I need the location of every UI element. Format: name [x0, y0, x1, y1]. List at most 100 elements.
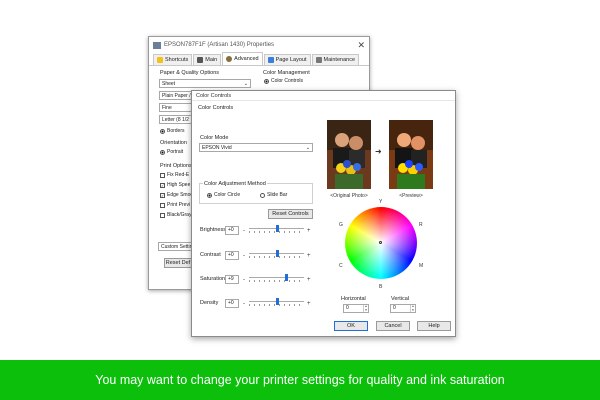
- preview-photo: [389, 120, 433, 189]
- properties-title: EPSON787F1F (Artisan 1430) Properties: [164, 42, 275, 48]
- density-value: +0: [228, 300, 234, 306]
- preview-caption: <Preview>: [399, 193, 423, 199]
- option-checkbox-4[interactable]: Print Previ: [160, 202, 190, 208]
- contrast-slider[interactable]: [249, 250, 304, 258]
- slider-thumb[interactable]: [275, 225, 279, 232]
- brightness-value: +0: [228, 227, 234, 233]
- wrench-icon: [315, 57, 322, 63]
- arrow-right-icon: ➜: [375, 147, 382, 156]
- preview-photo-image: [389, 120, 433, 189]
- radio-dot: [260, 192, 265, 198]
- properties-tabs: Shortcuts Main Advanced Page Layout Main…: [149, 52, 369, 66]
- printer-icon: [153, 41, 161, 49]
- paper-quality-label: Paper & Quality Options: [160, 70, 220, 76]
- cancel-button[interactable]: Cancel: [376, 321, 410, 331]
- original-photo-image: [327, 120, 371, 189]
- wheel-label-b: B: [379, 284, 383, 290]
- brightness-slider[interactable]: [249, 225, 304, 233]
- dialog-title: Color Controls: [192, 91, 455, 101]
- checkbox-box: ✓: [160, 182, 165, 188]
- wheel-label-g: G: [339, 222, 343, 228]
- printer-tab-icon: [197, 57, 204, 63]
- slider-ticks: [249, 280, 304, 282]
- checkbox-box: [160, 202, 165, 208]
- wheel-label-c: C: [339, 263, 343, 269]
- contrast-value: +0: [228, 252, 234, 258]
- color-mode-select[interactable]: EPSON Vivid ⌄: [199, 143, 313, 152]
- gear-icon: [226, 56, 233, 62]
- density-label: Density: [200, 300, 219, 306]
- vertical-label: Vertical: [391, 296, 410, 302]
- brightness-value-field[interactable]: +0: [225, 226, 239, 235]
- wheel-label-r: R: [419, 222, 423, 228]
- page-icon: [267, 57, 274, 63]
- chevron-down-icon: ⌄: [305, 145, 310, 151]
- color-mode-label: Color Mode: [200, 135, 229, 141]
- vertical-spinbox[interactable]: 0 ▲ ▼: [390, 304, 416, 313]
- tab-page-layout[interactable]: Page Layout: [263, 54, 311, 65]
- density-plus-icon: +: [307, 301, 311, 307]
- contrast-minus-icon: -: [243, 253, 245, 259]
- saturation-value: +9: [228, 276, 234, 282]
- slider-thumb[interactable]: [285, 274, 289, 281]
- contrast-value-field[interactable]: +0: [225, 251, 239, 260]
- color-wheel[interactable]: [345, 207, 417, 279]
- reset-defaults-button[interactable]: Reset Def: [164, 258, 192, 268]
- slider-thumb[interactable]: [275, 298, 279, 305]
- density-slider[interactable]: [249, 298, 304, 306]
- slider-thumb[interactable]: [275, 250, 279, 257]
- wheel-label-m: M: [419, 263, 424, 269]
- spin-arrows-icon[interactable]: ▲ ▼: [410, 304, 415, 312]
- paper-source-select[interactable]: Sheet ⌄: [159, 79, 251, 88]
- close-icon[interactable]: ✕: [357, 40, 365, 50]
- tab-maintenance[interactable]: Maintenance: [311, 54, 360, 65]
- star-icon: [157, 57, 163, 63]
- brightness-plus-icon: +: [307, 228, 311, 234]
- slide-bar-radio[interactable]: Slide Bar: [260, 192, 287, 198]
- option-checkbox-2[interactable]: ✓ High Spee: [160, 182, 190, 188]
- option-checkbox-1[interactable]: Fix Red-E: [160, 172, 189, 178]
- saturation-label: Saturation: [200, 276, 226, 282]
- radio-dot: [264, 78, 269, 84]
- color-controls-radio[interactable]: Color Controls: [264, 78, 303, 84]
- help-button[interactable]: Help: [417, 321, 451, 331]
- saturation-slider[interactable]: [249, 274, 304, 282]
- contrast-label: Contrast: [200, 252, 221, 258]
- horizontal-spinbox[interactable]: 0 ▲ ▼: [343, 304, 369, 313]
- tab-advanced[interactable]: Advanced: [222, 52, 263, 65]
- radio-dot: [160, 128, 165, 134]
- reset-controls-button[interactable]: Reset Controls: [268, 209, 313, 219]
- brightness-label: Brightness: [200, 227, 226, 233]
- radio-dot: [160, 149, 165, 155]
- density-minus-icon: -: [243, 301, 245, 307]
- option-checkbox-3[interactable]: ✓ Edge Smoo: [160, 192, 193, 198]
- color-management-label: Color Management: [263, 70, 310, 76]
- saturation-plus-icon: +: [307, 277, 311, 283]
- checkbox-box: ✓: [160, 192, 165, 198]
- contrast-plus-icon: +: [307, 253, 311, 259]
- color-controls-section-label: Color Controls: [198, 105, 234, 111]
- original-photo: [327, 120, 371, 189]
- banner-text: You may want to change your printer sett…: [95, 373, 505, 387]
- wheel-center-marker[interactable]: [379, 241, 382, 244]
- spin-arrows-icon[interactable]: ▲ ▼: [363, 304, 368, 312]
- orientation-label: Orientation: [160, 140, 187, 146]
- portrait-radio[interactable]: Portrait: [160, 149, 183, 155]
- original-photo-caption: <Original Photo>: [330, 193, 368, 199]
- tab-shortcuts[interactable]: Shortcuts: [153, 54, 193, 65]
- density-value-field[interactable]: +0: [225, 299, 239, 308]
- stage: EPSON787F1F (Artisan 1430) Properties ✕ …: [0, 0, 600, 400]
- borders-radio[interactable]: Borders: [160, 128, 185, 134]
- checkbox-box: [160, 212, 165, 218]
- ok-button[interactable]: OK: [334, 321, 368, 331]
- color-circle-radio[interactable]: Color Circle: [207, 192, 240, 198]
- option-checkbox-5[interactable]: Black/Gray: [160, 212, 191, 218]
- tab-main[interactable]: Main: [193, 54, 222, 65]
- caption-banner: You may want to change your printer sett…: [0, 360, 600, 400]
- radio-dot: [207, 192, 212, 198]
- saturation-minus-icon: -: [243, 277, 245, 283]
- chevron-down-icon: ⌄: [243, 81, 248, 87]
- adjustment-method-label: Color Adjustment Method: [203, 181, 267, 187]
- horizontal-label: Horizontal: [341, 296, 366, 302]
- saturation-value-field[interactable]: +9: [225, 275, 239, 284]
